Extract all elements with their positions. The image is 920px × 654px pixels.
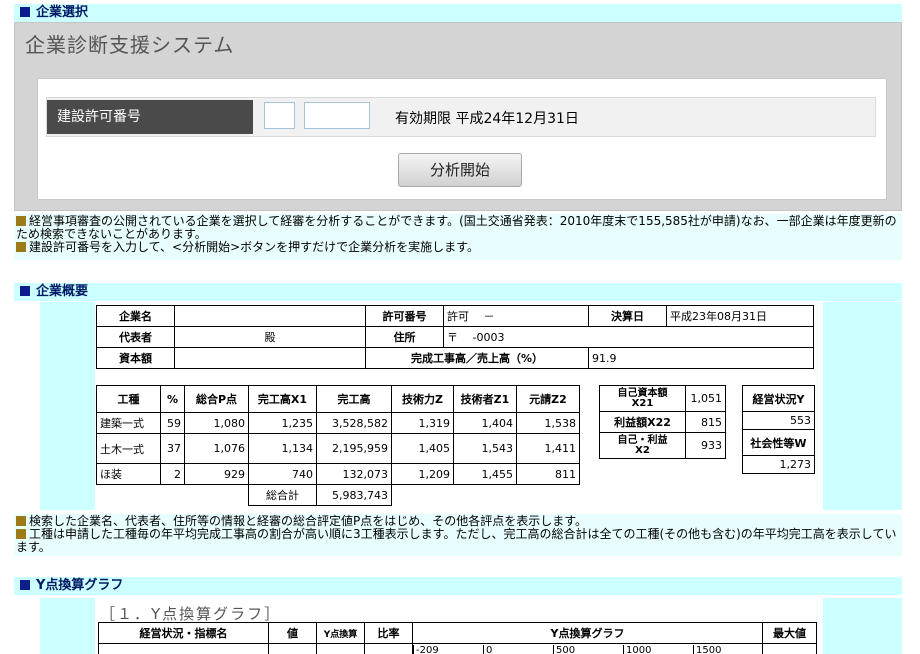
address-label: 住所 xyxy=(365,326,444,348)
capital-value xyxy=(174,347,366,369)
works-header: 完工高 xyxy=(316,385,392,413)
system-title: 企業診断支援システム xyxy=(25,33,235,57)
works-header: 総合P点 xyxy=(184,385,249,413)
permit-field-row: 建設許可番号 有効期限 平成24年12月31日 xyxy=(46,97,876,137)
works-header: 技術者Z1 xyxy=(453,385,517,413)
bullet-icon xyxy=(16,216,26,226)
table-row: 建築一式 59 1,080 1,235 3,528,582 1,319 1,40… xyxy=(96,412,580,434)
completion-ratio-value: 91.9 xyxy=(588,347,814,369)
total-label: 総合計 xyxy=(248,484,317,506)
own-capital-label: 自己資本額 X21 xyxy=(599,385,686,412)
permit-number-input[interactable] xyxy=(304,102,370,129)
permit-value: 許可 － xyxy=(443,305,589,327)
overview-table: 企業名 許可番号 許可 － 決算日 平成23年08月31日 代表者 殿 住所 〒… xyxy=(96,305,814,369)
scale-label: 500 xyxy=(553,645,575,654)
profit-value: 815 xyxy=(685,411,726,433)
company-name-label: 企業名 xyxy=(96,305,175,327)
section-title: Y点換算グラフ xyxy=(36,578,124,593)
section-header-company-select: 企業選択 xyxy=(14,4,902,22)
business-status-label: 経営状況Y xyxy=(742,385,815,412)
note-item: 工種は申請した工種毎の年平均完成工事高の割合が高い順に3工種表示します。ただし、… xyxy=(16,527,897,554)
status-table: 経営状況Y 553 社会性等W 1,273 xyxy=(742,385,815,474)
bullet-icon xyxy=(16,516,26,526)
table-row: 土木一式 37 1,076 1,134 2,195,959 1,405 1,54… xyxy=(96,433,580,464)
analyze-start-button[interactable]: 分析開始 xyxy=(398,153,522,187)
ygraph-scale: -209 0 500 1000 1500 xyxy=(412,643,763,654)
notes-company-select: 経営事項審査の公開されている企業を選択して経審を分析することができます。(国土交… xyxy=(14,214,902,260)
works-header: 完工高X1 xyxy=(248,385,317,413)
permit-label: 許可番号 xyxy=(365,305,444,327)
own-capital-value: 1,051 xyxy=(685,385,726,412)
square-icon xyxy=(20,7,30,17)
scale-label: 0 xyxy=(483,645,492,654)
total-value: 5,983,743 xyxy=(316,484,392,506)
profit-label: 利益額X22 xyxy=(599,411,686,433)
works-header: 技術力Z xyxy=(391,385,454,413)
note-item: 経営事項審査の公開されている企業を選択して経審を分析することができます。(国土交… xyxy=(16,214,897,241)
scale-label: 1500 xyxy=(693,645,721,654)
completion-ratio-label: 完成工事高／売上高（%） xyxy=(365,347,589,369)
scale-label: 1000 xyxy=(623,645,651,654)
business-status-value: 553 xyxy=(742,411,815,430)
note-item: 建設許可番号を入力して、<分析開始>ボタンを押すだけで企業分析を実施します。 xyxy=(16,241,900,254)
permit-prefix-input[interactable] xyxy=(264,102,295,129)
table-row: ほ装 2 929 740 132,073 1,209 1,455 811 xyxy=(96,463,580,485)
section-header-overview: 企業概要 xyxy=(14,283,902,301)
works-header: % xyxy=(160,385,185,413)
own-profit-value: 933 xyxy=(685,432,726,459)
ygraph-table: 経営状況・指標名 値 Y点換算 比率 Y点換算グラフ 最大値 -209 0 50… xyxy=(98,622,817,654)
settle-date-value: 平成23年08月31日 xyxy=(666,305,814,327)
representative-value: 殿 xyxy=(174,326,366,348)
capital-table: 自己資本額 X21 1,051 利益額X22 815 自己・利益 X2 933 xyxy=(599,385,726,459)
search-panel: 企業診断支援システム 建設許可番号 有効期限 平成24年12月31日 分析開始 xyxy=(14,22,902,211)
capital-label: 資本額 xyxy=(96,347,175,369)
scale-label: -209 xyxy=(413,645,439,654)
bullet-icon xyxy=(16,529,26,539)
social-label: 社会性等W xyxy=(742,429,815,456)
permit-number-label: 建設許可番号 xyxy=(47,100,253,134)
works-header: 工種 xyxy=(96,385,161,413)
own-profit-label: 自己・利益 X2 xyxy=(599,432,686,459)
company-name-value xyxy=(174,305,366,327)
section-header-ygraph: Y点換算グラフ xyxy=(14,577,902,595)
representative-label: 代表者 xyxy=(96,326,175,348)
works-header: 元請Z2 xyxy=(516,385,580,413)
section-title: 企業概要 xyxy=(36,284,89,299)
square-icon xyxy=(20,286,30,296)
section-title: 企業選択 xyxy=(36,5,89,20)
notes-overview: 検索した企業名、代表者、住所等の情報と経審の総合評定値P点をはじめ、その他各評点… xyxy=(14,514,902,556)
works-table: 工種 % 総合P点 完工高X1 完工高 技術力Z 技術者Z1 元請Z2 建築一式… xyxy=(96,385,580,506)
address-value: 〒 -0003 xyxy=(443,326,814,348)
validity-text: 有効期限 平成24年12月31日 xyxy=(395,111,579,127)
square-icon xyxy=(20,580,30,590)
settle-date-label: 決算日 xyxy=(588,305,667,327)
ygraph-title: ［１．Y点換算グラフ］ xyxy=(100,605,282,623)
social-value: 1,273 xyxy=(742,455,815,474)
bullet-icon xyxy=(16,242,26,252)
search-box: 建設許可番号 有効期限 平成24年12月31日 分析開始 xyxy=(37,78,887,200)
